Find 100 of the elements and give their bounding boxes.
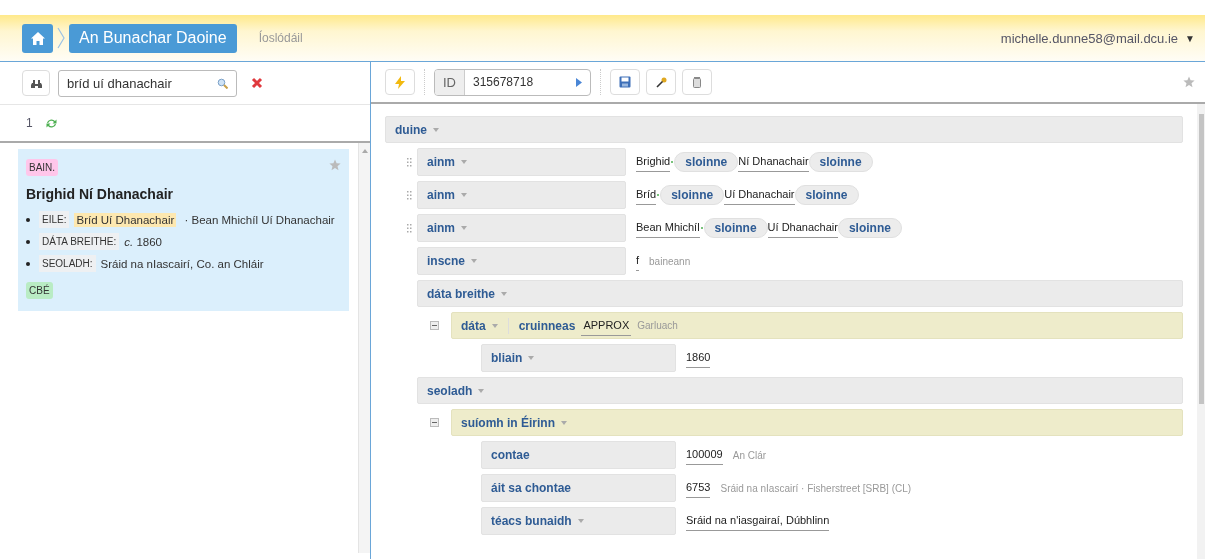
collapse-toggle[interactable] [430,418,439,427]
surname-chip[interactable]: sloinne [808,152,873,172]
field-label: ainm [427,188,455,202]
field-label: bliain [491,351,523,365]
save-icon [619,76,631,88]
chevron-icon [57,27,65,49]
field-label: áit sa chontae [491,481,572,495]
star-icon[interactable] [1183,76,1195,88]
caret-icon[interactable] [501,291,507,296]
id-field[interactable]: ID 315678718 [434,68,591,96]
id-label: ID [435,69,465,95]
attribute-value[interactable]: APPROX [581,315,632,336]
drag-handle-icon[interactable] [407,157,412,167]
drag-handle-icon[interactable] [407,223,412,233]
caret-icon[interactable] [461,160,467,164]
gender-tag: BAIN. [26,159,59,176]
home-button[interactable] [22,23,53,53]
fact-label: SEOLADH: [39,255,96,272]
scroll-up-icon[interactable] [361,149,368,153]
key-button[interactable] [646,69,676,95]
caret-icon[interactable] [491,323,498,328]
collapse-toggle[interactable] [430,321,439,330]
field-label-box[interactable]: bliain [481,344,676,372]
field-label-box[interactable]: áit sa chontae [481,474,676,502]
field-value[interactable]: 6753 [686,478,711,498]
subgroup-header[interactable]: dáta cruinneas APPROX Garluach [451,312,1183,339]
save-button[interactable] [610,69,640,95]
surname-chip[interactable]: sloinne [703,218,768,238]
group-header[interactable]: duine [385,116,1183,143]
caret-icon[interactable] [528,356,535,360]
field-value[interactable]: Uí Dhanachair [767,218,838,238]
scrollbar[interactable] [1197,104,1205,559]
result-count: 1 [26,116,33,130]
caret-icon[interactable] [461,193,467,197]
caret-icon[interactable] [433,127,439,132]
group-header[interactable]: seoladh [417,377,1183,404]
source-tag: CBÉ [26,282,53,299]
refresh-icon[interactable] [44,117,58,129]
matched-name: Bríd Uí Dhanachair [74,212,177,227]
star-icon[interactable] [329,159,341,171]
user-email[interactable]: michelle.dunne58@mail.dcu.ie [1000,30,1179,46]
field-label-box[interactable]: inscne [417,247,626,275]
action-button[interactable] [385,69,415,95]
search-icon [217,77,228,89]
result-card[interactable]: BAIN. Brighid Ní Dhanachair EILE: Bríd Uí Dhanachair · Bean Mhichíl Uí Dhanachair DÁTA BREITHE: c. 1860 SEOLADH: Sráid na nIascairí, Co. an Chláir CBÉ [18,149,349,311]
group-label: dáta breithe [427,286,495,301]
person-name: Brighid Ní Dhanachair [26,186,175,202]
field-label-box[interactable]: contae [481,441,676,469]
caret-icon[interactable] [461,226,467,230]
drag-handle-icon[interactable] [407,190,412,200]
field-value[interactable]: 100009 [686,445,723,465]
field-label-box[interactable]: ainm [417,214,626,242]
fact-value: c. 1860 [124,235,162,248]
group-header[interactable]: dáta breithe [417,280,1183,307]
home-icon [30,31,45,45]
value-gloss: baineann [649,255,691,267]
delete-button[interactable] [682,69,712,95]
surname-chip[interactable]: sloinne [674,152,739,172]
surname-chip[interactable]: sloinne [794,185,859,205]
id-value: 315678718 [473,75,534,89]
fact-label: EILE: [39,211,70,228]
field-label: contae [491,448,530,462]
field-label-box[interactable]: ainm [417,148,626,176]
caret-icon[interactable] [577,519,584,523]
field-value[interactable]: Bean Mhichíl [636,218,700,238]
go-icon[interactable] [576,77,582,87]
group-label: dáta [461,318,486,333]
search-field[interactable]: bríd uí dhanachair [58,69,237,97]
caret-icon[interactable] [478,388,485,393]
field-label-box[interactable]: ainm [417,181,626,209]
field-label-box[interactable]: téacs bunaidh [481,507,676,535]
field-label: ainm [427,155,455,169]
caret-icon[interactable] [471,259,477,263]
fact-value: Sráid na nIascairí, Co. an Chláir [100,257,264,270]
field-label: ainm [427,221,455,235]
surname-chip[interactable]: sloinne [837,218,902,238]
surname-chip[interactable]: sloinne [660,185,725,205]
field-value[interactable]: f [636,251,640,271]
field-value[interactable]: Ní Dhanachair [738,152,809,172]
group-label: seoladh [427,383,473,398]
attribute-label: cruinneas [518,318,576,333]
fact-label: DÁTA BREITHE: [39,233,120,250]
field-value[interactable]: Bríd [636,185,657,205]
binoculars-icon [30,78,42,88]
value-gloss: An Clár [732,449,767,461]
field-value[interactable]: Brighid [636,152,671,172]
user-menu-caret[interactable]: ▼ [1185,32,1195,44]
bullet-icon [26,217,30,222]
bullet-icon [26,261,30,266]
field-value[interactable]: Sráid na n'iasgairaí, Dúbhlinn [686,511,830,531]
subgroup-header[interactable]: suíomh in Éirinn [451,409,1183,436]
field-value[interactable]: 1860 [686,348,711,368]
scrollbar[interactable] [358,143,370,553]
binoculars-button[interactable] [22,70,50,96]
clear-icon[interactable] [251,77,263,89]
field-label: téacs bunaidh [491,514,572,528]
caret-icon[interactable] [561,420,567,425]
lightning-icon [395,75,405,89]
fact-value: · Bean Mhichíl Uí Dhanachair [183,213,335,226]
field-value[interactable]: Uí Dhanachair [724,185,795,205]
